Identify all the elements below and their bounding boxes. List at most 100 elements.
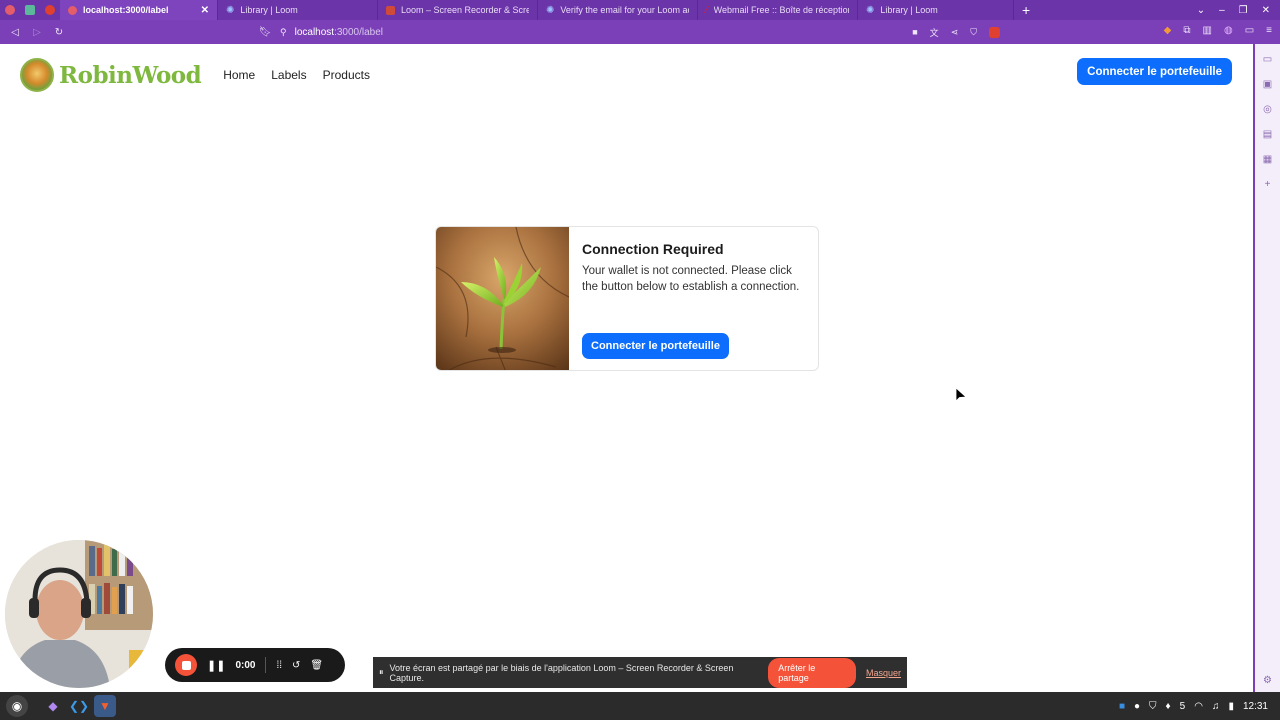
reload-icon[interactable]: ↻: [48, 27, 70, 38]
sidebar-settings-icon[interactable]: ⚙: [1263, 675, 1272, 686]
maximize-icon[interactable]: ❐: [1239, 5, 1248, 16]
tab-close-icon[interactable]: ✕: [195, 5, 209, 16]
stop-sharing-button[interactable]: Arrêter le partage: [768, 657, 856, 688]
tab-library-loom[interactable]: ✺ Library | Loom: [218, 0, 378, 20]
back-icon[interactable]: ◁: [4, 27, 26, 38]
sidebar-toggle-icon[interactable]: ▥: [1203, 25, 1212, 36]
clock[interactable]: 12:31: [1243, 701, 1268, 712]
sidebar-target-icon[interactable]: ◎: [1263, 104, 1272, 115]
divider: [265, 657, 267, 673]
tab-list-icon[interactable]: ⌄: [1197, 5, 1205, 16]
profile-icon[interactable]: ◍: [1224, 25, 1233, 36]
tab-webmail[interactable]: ⁄ Webmail Free :: Boîte de réception: [698, 0, 858, 20]
header-connect-wallet-button[interactable]: Connecter le portefeuille: [1077, 58, 1232, 85]
drag-handle-icon[interactable]: ⏸: [379, 667, 384, 678]
share-notice-text: Votre écran est partagé par le biais de …: [389, 662, 734, 683]
browser-tab-bar: localhost:3000/label ✕ ✺ Library | Loom …: [0, 0, 1280, 20]
page-content: RobinWood Home Labels Products Connecter…: [0, 44, 1253, 692]
sidebar-reading-list-icon[interactable]: ▦: [1263, 154, 1272, 165]
window-controls: ⌄ – ❐ ✕: [1197, 5, 1280, 16]
camera-icon[interactable]: ■: [912, 27, 917, 37]
nav-link-home[interactable]: Home: [223, 68, 255, 82]
network-status-icon[interactable]: ●: [1134, 701, 1140, 712]
tab-verify-email[interactable]: ✺ Verify the email for your Loom acc: [538, 0, 698, 20]
card-title: Connection Required: [582, 241, 724, 257]
screen-share-notification: ⏸ Votre écran est partagé par le biais d…: [373, 657, 907, 688]
translate-icon[interactable]: 文: [930, 26, 939, 39]
minimize-icon[interactable]: –: [1219, 5, 1225, 16]
grid-icon[interactable]: ⁞⁞: [276, 660, 282, 671]
tab-title: Verify the email for your Loom acc: [560, 5, 689, 15]
main-nav: Home Labels Products: [223, 68, 370, 82]
close-window-icon[interactable]: ✕: [1262, 5, 1270, 16]
notifications-icon[interactable]: ♦: [1166, 701, 1171, 712]
app-tray-icon[interactable]: ■: [1119, 701, 1125, 712]
stop-recording-button[interactable]: [175, 654, 197, 676]
bookmark-icon[interactable]: 🔖︎: [254, 27, 276, 38]
sidebar-video-icon[interactable]: ▭: [1263, 54, 1272, 65]
card-body: Connection Required Your wallet is not c…: [569, 227, 818, 370]
new-tab-button[interactable]: +: [1014, 2, 1038, 18]
webcam-feed-image: [5, 540, 153, 688]
sidebar-add-icon[interactable]: +: [1265, 179, 1271, 190]
loom-recording-controls: ❚❚ 0:00 ⁞⁞ ↺ 🗑︎: [165, 648, 345, 682]
sidebar-wallet-icon[interactable]: ▣: [1263, 79, 1272, 90]
update-shield-icon[interactable]: ⛉: [1149, 701, 1157, 712]
tab-title: Webmail Free :: Boîte de réception: [713, 5, 849, 15]
address-bar-icons: ■ 文 ⋖ ⛉: [912, 26, 1000, 39]
loom-favicon-icon: ✺: [866, 4, 875, 16]
menu-icon[interactable]: ≡: [1266, 25, 1272, 36]
nav-link-products[interactable]: Products: [323, 68, 370, 82]
site-header: RobinWood Home Labels Products: [20, 58, 370, 92]
metamask-icon[interactable]: ◆: [1164, 25, 1172, 36]
pinned-tab-1[interactable]: [0, 0, 20, 20]
sidebar-bookmarks-icon[interactable]: ▤: [1263, 129, 1272, 140]
trash-icon[interactable]: 🗑︎: [310, 660, 323, 671]
wallet-icon[interactable]: ▭: [1245, 25, 1254, 36]
browser-sidebar: ▭ ▣ ◎ ▤ ▦ + ⚙: [1253, 44, 1280, 692]
webcam-bubble[interactable]: [5, 540, 153, 688]
nav-link-labels[interactable]: Labels: [271, 68, 306, 82]
battery-icon[interactable]: ▮: [1228, 701, 1234, 712]
share-icon[interactable]: ⋖: [951, 27, 959, 38]
card-connect-wallet-button[interactable]: Connecter le portefeuille: [582, 333, 729, 359]
pinned-tabs: [0, 0, 60, 20]
pinned-tab-2[interactable]: [20, 0, 40, 20]
linux-mint-menu-icon[interactable]: ◉: [6, 695, 28, 717]
site-info-icon[interactable]: ⚲: [280, 27, 287, 38]
music-icon[interactable]: ♫: [1212, 701, 1220, 712]
wifi-icon[interactable]: ◠: [1194, 701, 1203, 712]
volume-level: 5: [1179, 700, 1186, 712]
loom-extension-favicon-icon: [386, 5, 395, 15]
pinned-tab-3[interactable]: [40, 0, 60, 20]
forward-icon[interactable]: ▷: [26, 27, 48, 38]
extension-icons: ◆ ⧉ ▥ ◍ ▭ ≡: [1164, 25, 1272, 36]
tab-title: Library | Loom: [240, 5, 298, 15]
tab-title: Library | Loom: [880, 5, 938, 15]
vscode-icon[interactable]: ❮❯: [68, 695, 90, 717]
system-tray: ■ ● ⛉ ♦ 5 ◠ ♫ ▮ 12:31: [1119, 701, 1280, 712]
os-taskbar: ◉ ◆ ❮❯ ▼ ■ ● ⛉ ♦ 5 ◠ ♫ ▮ 12:31: [0, 692, 1280, 720]
url-text: localhost:3000/label: [294, 26, 383, 38]
crystal-app-icon[interactable]: ◆: [42, 695, 64, 717]
extensions-icon[interactable]: ⧉: [1183, 25, 1190, 36]
tab-title: localhost:3000/label: [83, 5, 169, 15]
connection-card: Connection Required Your wallet is not c…: [435, 226, 819, 371]
pause-icon[interactable]: ❚❚: [207, 659, 225, 672]
loom-favicon-icon: ✺: [546, 4, 555, 16]
tab-loom-recorder[interactable]: Loom – Screen Recorder & Screen: [378, 0, 538, 20]
hide-notice-link[interactable]: Masquer: [866, 668, 901, 678]
brave-browser-icon[interactable]: ▼: [94, 695, 116, 717]
loom-favicon-icon: ✺: [226, 4, 235, 16]
restart-icon[interactable]: ↺: [292, 660, 300, 671]
brave-shields-icon[interactable]: ⛉: [970, 27, 977, 38]
tab-localhost[interactable]: localhost:3000/label ✕: [60, 0, 218, 20]
tab-library-loom-2[interactable]: ✺ Library | Loom: [858, 0, 1014, 20]
tab-favicon-icon: [68, 5, 77, 15]
address-bar[interactable]: ⚲ localhost:3000/label ■ 文 ⋖ ⛉: [280, 23, 1000, 41]
robinwood-logo-icon[interactable]: [20, 58, 54, 92]
seedling-illustration: [436, 227, 569, 370]
brand-name[interactable]: RobinWood: [59, 62, 202, 89]
recording-timer: 0:00: [235, 659, 256, 671]
brave-rewards-icon[interactable]: [989, 26, 1000, 38]
